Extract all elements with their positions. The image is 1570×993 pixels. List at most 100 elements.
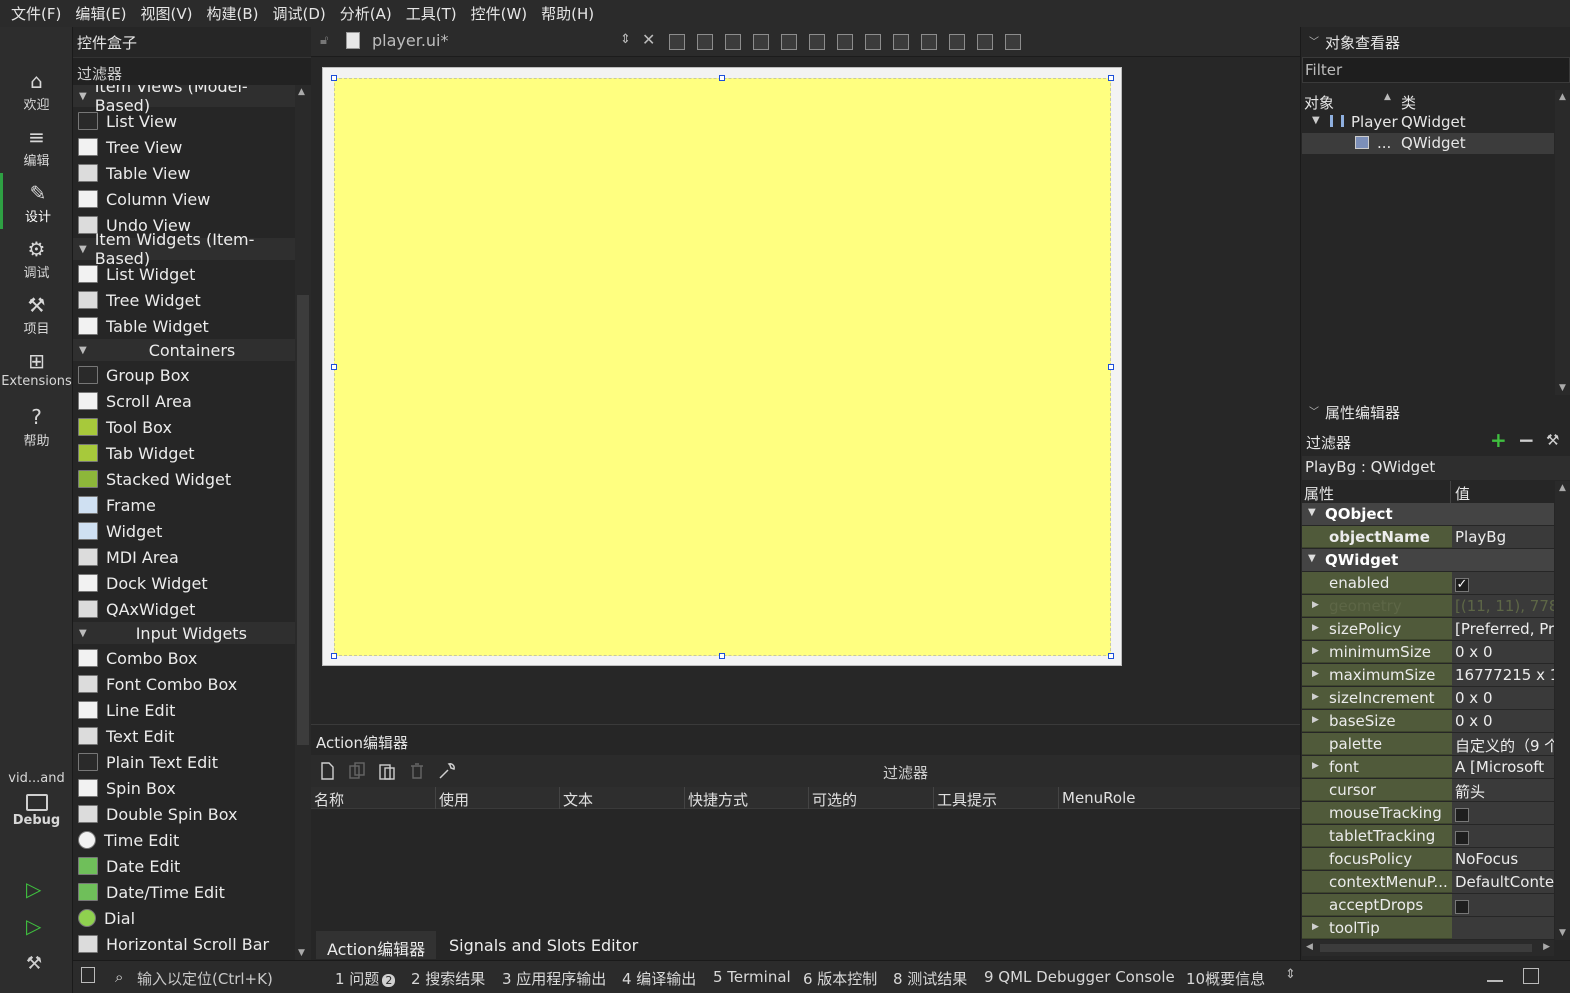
expand-arrow-icon[interactable]: ▶ bbox=[1312, 692, 1319, 702]
action-column-header[interactable]: 可选的 bbox=[812, 789, 857, 810]
property-value[interactable]: 箭头 bbox=[1452, 779, 1554, 801]
expand-arrow-icon[interactable]: ▼ bbox=[1312, 115, 1320, 126]
layout-h-splitter-icon[interactable] bbox=[781, 34, 797, 50]
checkbox[interactable] bbox=[1455, 899, 1469, 914]
mode-help[interactable]: ? 帮助 bbox=[0, 397, 73, 453]
property-row[interactable]: ▶ geometry [(11, 11), 778 bbox=[1302, 595, 1554, 617]
collapse-arrow-icon[interactable]: ▼ bbox=[79, 345, 87, 356]
widget-item[interactable]: QAxWidget bbox=[73, 596, 295, 622]
widget-item[interactable]: Frame bbox=[73, 492, 295, 518]
menu-item[interactable]: 帮助(H) bbox=[534, 3, 601, 24]
expand-arrow-icon[interactable]: ▶ bbox=[1312, 646, 1319, 656]
mode-wrench[interactable]: ⚒ 项目 bbox=[0, 285, 73, 341]
menu-item[interactable]: 调试(D) bbox=[266, 3, 333, 24]
widget-item[interactable]: Date Edit bbox=[73, 853, 295, 879]
widget-item[interactable]: Tree View bbox=[73, 134, 295, 160]
mode-bug[interactable]: ⚙ 调试 bbox=[0, 229, 73, 285]
object-row-playbg[interactable]: ... QWidget bbox=[1302, 133, 1554, 154]
widget-item[interactable]: Font Combo Box bbox=[73, 671, 295, 697]
widget-item[interactable]: Combo Box bbox=[73, 645, 295, 671]
action-column-header[interactable]: 快捷方式 bbox=[688, 789, 748, 810]
property-value[interactable]: [(11, 11), 778 bbox=[1452, 595, 1554, 617]
checkbox[interactable] bbox=[1455, 830, 1469, 845]
object-inspector-scrollbar[interactable]: ▲ ▼ bbox=[1555, 90, 1570, 395]
property-filter-label[interactable]: 过滤器 bbox=[1306, 432, 1351, 453]
column-class[interactable]: 类 bbox=[1401, 92, 1416, 113]
scroll-up-icon[interactable]: ▲ bbox=[298, 87, 305, 97]
column-object[interactable]: 对象 bbox=[1304, 92, 1334, 113]
mode-pen[interactable]: ✎ 设计 bbox=[0, 173, 73, 229]
resize-handle-bottom-left[interactable] bbox=[331, 653, 337, 659]
expand-arrow-icon[interactable]: ▶ bbox=[1312, 669, 1319, 679]
widget-item[interactable]: Dock Widget bbox=[73, 570, 295, 596]
menu-item[interactable]: 分析(A) bbox=[333, 3, 399, 24]
paste-action-icon[interactable] bbox=[377, 761, 397, 781]
grid-layout-icon[interactable] bbox=[949, 34, 965, 50]
widget-item[interactable]: Dial bbox=[73, 905, 295, 931]
configure-action-icon[interactable] bbox=[437, 761, 457, 781]
property-value[interactable] bbox=[1452, 825, 1554, 847]
run-icon[interactable]: ▷ bbox=[26, 877, 41, 901]
resize-handle-top-right[interactable] bbox=[1108, 75, 1114, 81]
widget-item[interactable]: Time Edit bbox=[73, 827, 295, 853]
widget-item[interactable]: Widget bbox=[73, 518, 295, 544]
widget-item[interactable]: List View bbox=[73, 108, 295, 134]
action-column-header[interactable]: 工具提示 bbox=[937, 789, 997, 810]
menu-item[interactable]: 视图(V) bbox=[134, 3, 200, 24]
action-column-header[interactable]: 名称 bbox=[314, 789, 344, 810]
property-value[interactable]: [Preferred, Pr bbox=[1452, 618, 1554, 640]
property-value[interactable]: A [Microsoft bbox=[1452, 756, 1554, 778]
property-editor-scrollbar[interactable]: ▲ ▼ bbox=[1555, 481, 1570, 940]
build-hammer-icon[interactable]: ⚒ bbox=[26, 953, 42, 974]
copy-action-icon[interactable] bbox=[347, 761, 367, 781]
resize-handle-bottom-right[interactable] bbox=[1108, 653, 1114, 659]
property-row[interactable]: ▶ sizeIncrement 0 x 0 bbox=[1302, 687, 1554, 709]
output-pane-icon[interactable] bbox=[1487, 969, 1503, 982]
column-value[interactable]: 值 bbox=[1455, 483, 1470, 504]
collapse-arrow-icon[interactable]: ▼ bbox=[1308, 507, 1316, 518]
property-value[interactable] bbox=[1452, 894, 1554, 916]
property-row[interactable]: focusPolicy NoFocus bbox=[1302, 848, 1554, 870]
resize-handle-bottom[interactable] bbox=[719, 653, 725, 659]
action-filter-label[interactable]: 过滤器 bbox=[883, 762, 928, 783]
scroll-up-icon[interactable]: ▲ bbox=[1559, 483, 1566, 493]
expand-arrow-icon[interactable]: ▶ bbox=[1312, 715, 1319, 725]
widget-category[interactable]: ▼ Item Widgets (Item-Based) bbox=[73, 230, 295, 268]
collapse-chevron-icon[interactable]: ﹀ bbox=[1309, 403, 1319, 418]
widget-item[interactable]: Horizontal Scroll Bar bbox=[73, 931, 295, 957]
design-canvas[interactable] bbox=[311, 57, 1300, 724]
bottom-tab[interactable]: Signals and Slots Editor bbox=[438, 931, 649, 959]
widget-box-scrollbar[interactable]: ▲ ▼ bbox=[295, 85, 311, 960]
widget-item[interactable]: Column View bbox=[73, 186, 295, 212]
resize-handle-top-left[interactable] bbox=[331, 75, 337, 81]
adjust-size-icon[interactable] bbox=[865, 34, 881, 50]
property-row[interactable]: ▶ minimumSize 0 x 0 bbox=[1302, 641, 1554, 663]
widget-box-filter-input[interactable]: 过滤器 bbox=[73, 57, 311, 87]
widget-item[interactable]: Plain Text Edit bbox=[73, 749, 295, 775]
collapse-arrow-icon[interactable]: ▼ bbox=[79, 628, 87, 639]
collapse-arrow-icon[interactable]: ▼ bbox=[79, 244, 87, 255]
widget-category[interactable]: ▼ Containers bbox=[73, 339, 295, 361]
widget-item[interactable]: MDI Area bbox=[73, 544, 295, 570]
property-value[interactable]: 0 x 0 bbox=[1452, 687, 1554, 709]
delete-action-icon[interactable] bbox=[407, 761, 427, 781]
bottom-tab[interactable]: Action编辑器 bbox=[316, 931, 437, 959]
property-value[interactable]: DefaultConte bbox=[1452, 871, 1554, 893]
collapse-arrow-icon[interactable]: ▼ bbox=[1308, 553, 1316, 564]
close-document-icon[interactable]: ✕ bbox=[642, 30, 655, 49]
property-row[interactable]: enabled ✓ bbox=[1302, 572, 1554, 594]
property-section[interactable]: ▼ QWidget bbox=[1302, 549, 1554, 571]
object-row-player[interactable]: ▼ Player QWidget bbox=[1302, 112, 1554, 133]
collapse-arrow-icon[interactable]: ▼ bbox=[79, 91, 87, 102]
mode-extensions[interactable]: ⊞ Extensions bbox=[0, 341, 73, 397]
resize-handle-top[interactable] bbox=[719, 75, 725, 81]
file-switch-icon[interactable]: ⇕ bbox=[620, 32, 631, 47]
widget-item[interactable]: Table View bbox=[73, 160, 295, 186]
widget-category[interactable]: ▼ Input Widgets bbox=[73, 622, 295, 644]
column-property[interactable]: 属性 bbox=[1304, 483, 1334, 504]
scroll-down-icon[interactable]: ▼ bbox=[1559, 383, 1566, 393]
configure-property-icon[interactable]: ⚒ bbox=[1546, 431, 1559, 449]
align-v-icon[interactable] bbox=[921, 34, 937, 50]
menu-item[interactable]: 工具(T) bbox=[399, 3, 464, 24]
output-pane-tab[interactable]: 2 搜索结果 bbox=[411, 968, 485, 989]
